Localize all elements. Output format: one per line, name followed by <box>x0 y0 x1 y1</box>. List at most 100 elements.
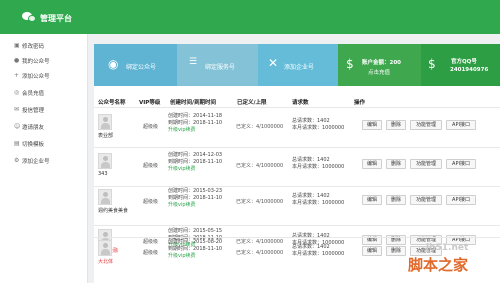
delete-button[interactable]: 删除 <box>386 246 406 256</box>
upgrade-link[interactable]: 升级vip续费 <box>168 253 222 260</box>
sidebar-item-label: 我的公众号 <box>22 59 50 65</box>
recharge-link[interactable]: 点击充值 <box>368 68 390 76</box>
template-icon: ▤ <box>14 140 20 147</box>
lock-icon: ▣ <box>14 42 20 49</box>
month-requests: 本月请求数：1000000 <box>292 125 345 131</box>
sidebar: ▣ 修改密码 ● 我的公众号 + 添加公众号 ◎ 会员充值 ✉ 投信管理 ☺ 邀… <box>0 34 88 283</box>
edit-button[interactable]: 编辑 <box>362 159 382 169</box>
sidebar-item-recharge[interactable]: ◎ 会员充值 <box>14 89 45 97</box>
api-button[interactable]: API接口 <box>446 195 476 205</box>
wechat-logo-icon <box>22 12 36 22</box>
watermark-domain: jb51.net <box>426 243 469 253</box>
sidebar-item-label: 修改密码 <box>22 44 45 50</box>
delete-button[interactable]: 删除 <box>386 159 406 169</box>
sidebar-item-my-accounts[interactable]: ● 我的公众号 <box>14 57 50 65</box>
api-button[interactable]: API接口 <box>446 120 476 130</box>
sidebar-item-label: 添加公众号 <box>22 74 50 80</box>
upgrade-link[interactable]: 升级vip续费 <box>168 202 222 209</box>
edit-button[interactable]: 编辑 <box>362 246 382 256</box>
account-name: 大北体 <box>98 259 114 265</box>
plus-icon: + <box>14 72 20 79</box>
quota-value: 已定义：4/1000000 <box>236 199 284 205</box>
total-requests: 总请求数：1402 <box>292 244 330 250</box>
function-manage-button[interactable]: 功能管理 <box>410 159 442 169</box>
sidebar-item-label: 邀请朋友 <box>22 125 45 131</box>
mail-icon: ✉ <box>14 106 20 113</box>
upgrade-link[interactable]: 升级vip续费 <box>168 127 222 134</box>
balance-label: 账户金额：200 <box>362 60 401 66</box>
api-button[interactable]: API接口 <box>446 159 476 169</box>
expire-time: 到期时间：2018-11-10 <box>168 246 223 252</box>
created-time: 创建时间：2015-08-20 <box>168 239 223 245</box>
created-time: 创建时间：2014-11-18 <box>168 113 223 119</box>
month-requests: 本月请求数：1000000 <box>292 200 345 206</box>
sidebar-item-label: 投信管理 <box>22 108 45 114</box>
avatar <box>98 153 112 169</box>
avatar <box>98 114 112 130</box>
sidebar-item-label: 会员充值 <box>22 91 45 97</box>
col-header-requests: 请求数 <box>292 100 309 106</box>
total-requests: 总请求数：1402 <box>292 118 330 124</box>
expire-time: 到期时间：2018-11-10 <box>168 120 223 126</box>
function-manage-button[interactable]: 功能管理 <box>410 120 442 130</box>
coin-icon: ◎ <box>14 89 20 96</box>
tile-label: 绑定公众号 <box>126 64 157 71</box>
col-header-actions: 操作 <box>354 100 366 106</box>
delete-button[interactable]: 删除 <box>386 120 406 130</box>
time-cell: 创建时间：2015-08-20 到期时间：2018-11-10 升级vip续费 <box>168 239 222 260</box>
row-divider <box>94 147 500 148</box>
service-icon: ☰ <box>189 57 198 67</box>
app-title: 管理平台 <box>40 14 72 23</box>
vip-level: 超级级 <box>143 163 159 169</box>
vip-level: 超级级 <box>143 124 159 130</box>
sidebar-item-change-password[interactable]: ▣ 修改密码 <box>14 42 45 50</box>
table-row: 週约美食美食 超级级 创建时间：2015-03-23 到期时间：2018-11-… <box>94 176 500 214</box>
account-balance-tile[interactable]: $ 账户金额：200 点击充值 <box>338 44 421 86</box>
account-name: 週约美食美食 <box>98 208 129 214</box>
upgrade-link[interactable]: 升级vip续费 <box>168 166 222 173</box>
function-manage-button[interactable]: 功能管理 <box>410 195 442 205</box>
sidebar-item-add-account[interactable]: + 添加公众号 <box>14 72 50 80</box>
request-cell: 总请求数：1402 本月请求数：1000000 <box>292 244 344 258</box>
sidebar-item-invite[interactable]: ☺ 邀请朋友 <box>14 123 45 131</box>
qq-number: 2401940976 <box>450 67 489 73</box>
edit-button[interactable]: 编辑 <box>362 195 382 205</box>
link-icon: ✕ <box>268 56 279 70</box>
qq-bag-icon: $ <box>428 57 436 71</box>
col-header-name: 公众号名称 <box>98 100 126 106</box>
vip-level: 超级级 <box>143 199 159 205</box>
top-bar: 管理平台 <box>0 0 500 34</box>
created-time: 创建时间：2015-03-23 <box>168 188 223 194</box>
account-name: 表业部 <box>98 133 114 139</box>
delete-button[interactable]: 删除 <box>386 195 406 205</box>
total-requests: 总请求数：1402 <box>292 157 330 163</box>
official-qq-tile: $ 官方QQ号 2401940976 <box>421 44 500 86</box>
edit-button[interactable]: 编辑 <box>362 120 382 130</box>
sidebar-item-add-enterprise[interactable]: ⚙ 添加企业号 <box>14 157 50 165</box>
gear-icon: ⚙ <box>14 157 20 164</box>
tile-label: 绑定服务号 <box>205 64 236 71</box>
expire-time: 到期时间：2018-11-10 <box>168 195 223 201</box>
request-cell: 总请求数：1402 本月请求数：1000000 <box>292 118 344 132</box>
avatar <box>98 189 112 205</box>
time-cell: 创建时间：2014-12-03 到期时间：2018-11-10 升级vip续费 <box>168 152 222 173</box>
quota-value: 已定义：4/1000000 <box>236 163 284 169</box>
request-cell: 总请求数：1402 本月请求数：1000000 <box>292 193 344 207</box>
bind-service-account-tile[interactable]: ☰ 绑定服务号 <box>177 44 258 86</box>
add-enterprise-tile[interactable]: ✕ 添加企业号 <box>258 44 338 86</box>
time-cell: 创建时间：2015-03-23 到期时间：2018-11-10 升级vip续费 <box>168 188 222 209</box>
request-cell: 总请求数：1402 本月请求数：1000000 <box>292 157 344 171</box>
sidebar-item-messages[interactable]: ✉ 投信管理 <box>14 106 45 114</box>
total-requests: 总请求数：1402 <box>292 193 330 199</box>
time-cell: 创建时间：2014-11-18 到期时间：2018-11-10 升级vip续费 <box>168 113 222 134</box>
expire-time: 到期时间：2018-11-10 <box>168 159 223 165</box>
header-divider <box>94 107 500 108</box>
month-requests: 本月请求数：1000000 <box>292 164 345 170</box>
sidebar-item-label: 添加企业号 <box>22 159 50 165</box>
col-header-vip: VIP等级 <box>139 100 161 106</box>
bind-public-account-tile[interactable]: ◉ 绑定公众号 <box>94 44 177 86</box>
sidebar-item-template[interactable]: ▤ 切换模板 <box>14 140 44 148</box>
created-time: 创建时间：2014-12-03 <box>168 152 223 158</box>
quota-value: 已定义：4/1000000 <box>236 124 284 130</box>
table-row: 表业部 超级级 创建时间：2014-11-18 到期时间：2018-11-10 … <box>94 110 500 146</box>
